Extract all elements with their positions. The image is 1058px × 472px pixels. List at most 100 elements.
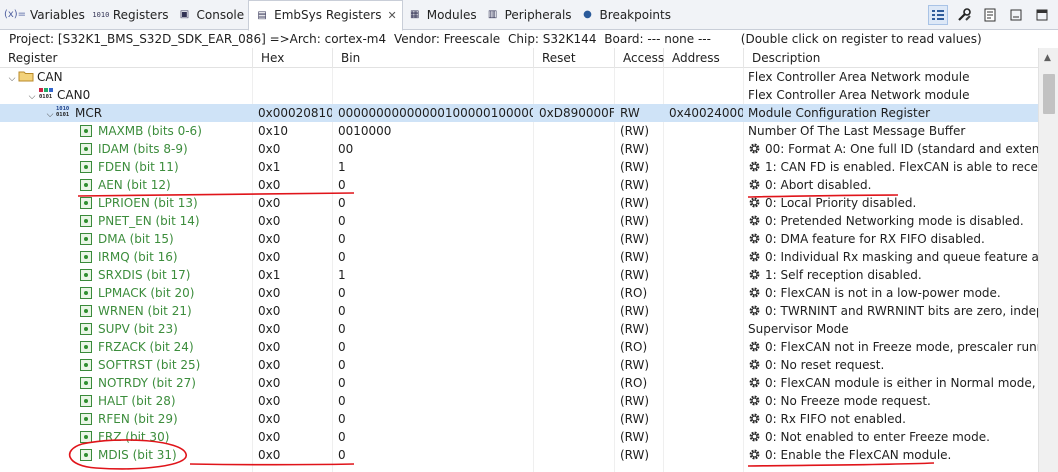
project-info: Project: [S32K1_BMS_S32D_SDK_EAR_086] =>… — [9, 32, 387, 46]
layout-toggle-button[interactable] — [928, 5, 948, 25]
register-field-row[interactable]: MDIS (bit 31) 0x0 0 (RW) 0: Enable the FlexC… — [0, 446, 1038, 464]
register-field-row[interactable]: IRMQ (bit 16) 0x0 0 (RW) 0: Individual Rx ma… — [0, 248, 1038, 266]
bitfield-icon — [80, 305, 92, 317]
bitfield-icon — [80, 341, 92, 353]
tab-variables[interactable]: (x)= Variables — [0, 0, 89, 30]
register-field-row[interactable]: LPMACK (bit 20) 0x0 0 (RO) 0: FlexCAN is not… — [0, 284, 1038, 302]
register-field-row[interactable]: FDEN (bit 11) 0x1 1 (RW) 1: CAN FD is enable… — [0, 158, 1038, 176]
tab-label: Variables — [30, 7, 85, 22]
description-cell: 0: No Freeze mode request. — [744, 392, 1038, 410]
column-header-register[interactable]: Register — [0, 48, 253, 68]
tab-console[interactable]: ▣ Console — [173, 0, 249, 30]
tab-embsys-registers[interactable]: ▤ EmbSys Registers ✕ — [248, 0, 403, 31]
access-cell: (RW) — [620, 268, 650, 282]
minimize-icon — [1010, 9, 1022, 21]
register-field-row[interactable]: FRZ (bit 30) 0x0 0 (RW) 0: Not enabled to en… — [0, 428, 1038, 446]
register-field-row[interactable]: AEN (bit 12) 0x0 0 (RW) 0: Abort disabled. — [0, 176, 1038, 194]
bin-value-cell: 00000000000000100000100000... — [338, 106, 533, 120]
register-name: AEN (bit 12) — [98, 178, 171, 192]
register-field-row[interactable]: RFEN (bit 29) 0x0 0 (RW) 0: Rx FIFO not enab… — [0, 410, 1038, 428]
column-header-address[interactable]: Address — [664, 48, 744, 68]
bitfield-icon — [80, 377, 92, 389]
group-row[interactable]: ⌵ CAN Flex Controller Area Network module — [0, 68, 1038, 86]
register-field-row[interactable]: DMA (bit 15) 0x0 0 (RW) 0: DMA feature for R… — [0, 230, 1038, 248]
access-cell: RW — [620, 106, 640, 120]
expand-chevron-icon[interactable]: ⌵ — [26, 88, 38, 104]
close-tab-icon[interactable]: ✕ — [388, 9, 397, 22]
address-cell — [664, 122, 743, 140]
bin-value-cell: 0 — [338, 304, 346, 318]
reset-value-cell — [534, 284, 614, 302]
register-field-row[interactable]: SRXDIS (bit 17) 0x1 1 (RW) 1: Self reception… — [0, 266, 1038, 284]
column-header-hex[interactable]: Hex — [253, 48, 333, 68]
bin-value-cell: 00 — [338, 142, 354, 156]
register-name: LPRIOEN (bit 13) — [98, 196, 198, 210]
hex-value-cell: 0x0 — [258, 178, 281, 192]
register-field-row[interactable]: NOTRDY (bit 27) 0x0 0 (RO) 0: FlexCAN module… — [0, 374, 1038, 392]
description-text: 0: Local Priority disabled. — [765, 196, 917, 210]
bin-value-cell: 0 — [338, 232, 346, 246]
address-cell — [664, 302, 743, 320]
register-field-row[interactable]: FRZACK (bit 24) 0x0 0 (RO) 0: FlexCAN not in… — [0, 338, 1038, 356]
register-field-row[interactable]: SOFTRST (bit 25) 0x0 0 (RW) 0: No reset requ… — [0, 356, 1038, 374]
access-cell: (RW) — [620, 124, 650, 138]
expand-chevron-icon[interactable]: ⌵ — [44, 106, 56, 122]
maximize-button[interactable] — [1032, 5, 1052, 25]
description-text: 0: FlexCAN not in Freeze mode, prescaler… — [765, 340, 1038, 354]
expand-chevron-icon[interactable]: ⌵ — [6, 70, 18, 86]
register-field-row[interactable]: LPRIOEN (bit 13) 0x0 0 (RW) 0: Local Priorit… — [0, 194, 1038, 212]
register-name: MCR — [75, 106, 103, 120]
reset-value-cell — [534, 86, 614, 104]
register-name: PNET_EN (bit 14) — [98, 214, 200, 228]
tab-registers[interactable]: 1010 Registers — [89, 0, 173, 30]
column-header-access[interactable]: Access — [615, 48, 664, 68]
column-header-reset[interactable]: Reset — [534, 48, 615, 68]
register-field-row[interactable]: MAXMB (bits 0-6) 0x10 0010000 (RW) Number Of… — [0, 122, 1038, 140]
hex-value-cell — [253, 68, 332, 86]
register-name-cell: FDEN (bit 11) — [0, 158, 252, 176]
register-name-cell: LPRIOEN (bit 13) — [0, 194, 252, 212]
reset-value-cell — [534, 212, 614, 230]
register-name: FRZ (bit 30) — [98, 430, 170, 444]
register-name-cell: SRXDIS (bit 17) — [0, 266, 252, 284]
scroll-up-arrow-icon[interactable]: ▲ — [1044, 53, 1051, 63]
table-body: ⌵ CAN Flex Controller Area Network module ⌵… — [0, 68, 1038, 464]
reset-value-cell — [534, 194, 614, 212]
scrollbar-thumb[interactable] — [1043, 74, 1055, 114]
description-cell: Number Of The Last Message Buffer — [744, 122, 1038, 140]
address-cell — [664, 428, 743, 446]
settings-button[interactable] — [954, 5, 974, 25]
register-row[interactable]: ⌵ 1010 0101 MCR 0x00020810 000000000000001000… — [0, 104, 1038, 122]
register-field-row[interactable]: SUPV (bit 23) 0x0 0 (RW) Supervisor Mode — [0, 320, 1038, 338]
document-button[interactable] — [980, 5, 1000, 25]
tab-modules[interactable]: ▦ Modules — [403, 0, 481, 30]
tab-breakpoints[interactable]: ● Breakpoints — [576, 0, 675, 30]
register-name-cell: ⌵ 0101 CAN0 — [0, 86, 252, 104]
bin-value-cell: 0 — [338, 196, 346, 210]
reset-value-cell — [534, 176, 614, 194]
register-name-cell: AEN (bit 12) — [0, 176, 252, 194]
reset-value-cell — [534, 338, 614, 356]
tab-peripherals[interactable]: ▥ Peripherals — [481, 0, 576, 30]
column-header-description[interactable]: Description — [744, 48, 1038, 68]
gear-icon — [749, 359, 760, 370]
vertical-scrollbar[interactable]: ▲ — [1038, 48, 1058, 472]
reset-value-cell — [534, 356, 614, 374]
embsys-registers-icon: ▤ — [257, 9, 267, 21]
register-field-row[interactable]: PNET_EN (bit 14) 0x0 0 (RW) 0: Pretended Net… — [0, 212, 1038, 230]
address-cell — [664, 194, 743, 212]
register-field-row[interactable]: HALT (bit 28) 0x0 0 (RW) 0: No Freeze mode r… — [0, 392, 1038, 410]
tab-label: EmbSys Registers — [274, 8, 382, 22]
hex-value-cell: 0x0 — [258, 448, 281, 462]
register-field-row[interactable]: IDAM (bits 8-9) 0x0 00 (RW) 00: Format A: On… — [0, 140, 1038, 158]
hex-value-cell: 0x0 — [258, 412, 281, 426]
gear-icon — [749, 233, 760, 244]
description-text: 0: Not enabled to enter Freeze mode. — [765, 430, 990, 444]
register-field-row[interactable]: WRNEN (bit 21) 0x0 0 (RW) 0: TWRNINT and RWR… — [0, 302, 1038, 320]
address-cell — [664, 230, 743, 248]
reset-value-cell — [534, 446, 614, 464]
bitfield-icon — [80, 395, 92, 407]
column-header-bin[interactable]: Bin — [333, 48, 534, 68]
minimize-button[interactable] — [1006, 5, 1026, 25]
peripheral-row[interactable]: ⌵ 0101 CAN0 Flex Controller Area Network mo… — [0, 86, 1038, 104]
